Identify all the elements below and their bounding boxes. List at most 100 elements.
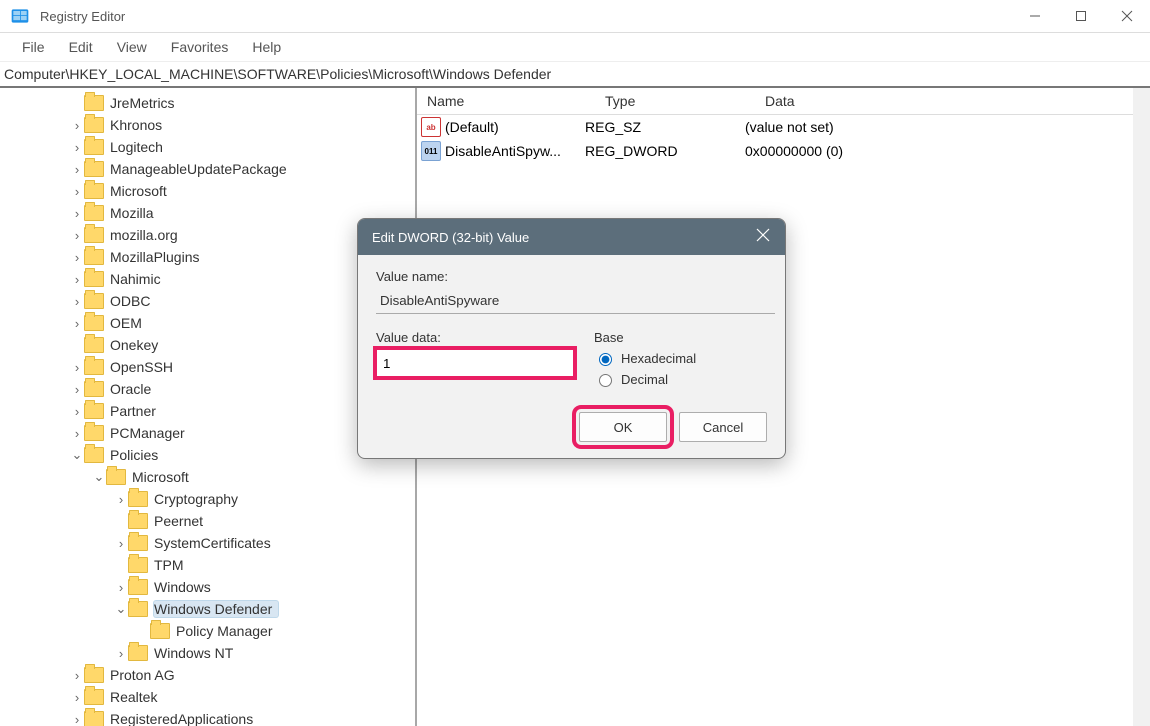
value-row[interactable]: 011DisableAntiSpyw...REG_DWORD0x00000000…: [417, 139, 1150, 163]
folder-icon: [84, 315, 104, 331]
tree-item[interactable]: ›Khronos: [50, 114, 415, 136]
folder-icon: [128, 601, 148, 617]
tree-item[interactable]: ›Realtek: [50, 686, 415, 708]
folder-icon: [84, 139, 104, 155]
hexadecimal-radio[interactable]: Hexadecimal: [594, 350, 767, 366]
chevron-right-icon[interactable]: ›: [70, 250, 84, 265]
chevron-right-icon[interactable]: ›: [70, 228, 84, 243]
address-bar[interactable]: Computer\HKEY_LOCAL_MACHINE\SOFTWARE\Pol…: [0, 62, 1150, 88]
chevron-right-icon[interactable]: ›: [114, 646, 128, 661]
folder-icon: [84, 271, 104, 287]
tree-item-label: Windows NT: [154, 645, 239, 661]
tree-item[interactable]: › Windows NT: [50, 642, 415, 664]
tree-item[interactable]: Peernet: [50, 510, 415, 532]
tree-item[interactable]: ›Microsoft: [50, 180, 415, 202]
folder-icon: [128, 535, 148, 551]
values-header: Name Type Data: [417, 88, 1150, 115]
chevron-right-icon[interactable]: ›: [70, 404, 84, 419]
decimal-radio[interactable]: Decimal: [594, 371, 767, 387]
chevron-right-icon[interactable]: ›: [70, 382, 84, 397]
folder-icon: [128, 513, 148, 529]
chevron-right-icon[interactable]: ›: [70, 690, 84, 705]
tree-item[interactable]: › RegisteredApplications: [50, 708, 415, 726]
chevron-right-icon[interactable]: ›: [114, 580, 128, 595]
dword-value-icon: 011: [421, 141, 441, 161]
chevron-right-icon[interactable]: ›: [70, 668, 84, 683]
chevron-right-icon[interactable]: ›: [70, 294, 84, 309]
tree-item-label: ManageableUpdatePackage: [110, 161, 293, 177]
tree-item-label: Peernet: [154, 513, 209, 529]
menu-favorites[interactable]: Favorites: [159, 35, 241, 59]
chevron-down-icon[interactable]: ⌄: [70, 447, 84, 463]
chevron-right-icon[interactable]: ›: [70, 140, 84, 155]
chevron-right-icon[interactable]: ›: [70, 162, 84, 177]
folder-icon: [84, 667, 104, 683]
string-value-icon: ab: [421, 117, 441, 137]
column-name[interactable]: Name: [417, 93, 595, 109]
chevron-right-icon[interactable]: ›: [70, 118, 84, 133]
window-close-button[interactable]: [1104, 0, 1150, 32]
menu-edit[interactable]: Edit: [57, 35, 105, 59]
menu-view[interactable]: View: [105, 35, 159, 59]
tree-item[interactable]: ›SystemCertificates: [50, 532, 415, 554]
chevron-right-icon[interactable]: ›: [70, 360, 84, 375]
value-row-name: (Default): [445, 119, 585, 135]
folder-icon: [128, 557, 148, 573]
tree-item[interactable]: TPM: [50, 554, 415, 576]
chevron-right-icon[interactable]: ›: [70, 206, 84, 221]
menu-help[interactable]: Help: [240, 35, 293, 59]
chevron-right-icon[interactable]: ›: [114, 536, 128, 551]
decimal-label: Decimal: [621, 372, 668, 387]
tree-item-label: RegisteredApplications: [110, 711, 259, 726]
base-label: Base: [594, 330, 767, 345]
folder-icon: [84, 95, 104, 111]
tree-item[interactable]: ›Proton AG: [50, 664, 415, 686]
dialog-close-button[interactable]: [741, 228, 785, 247]
tree-item-label: Cryptography: [154, 491, 244, 507]
regedit-app-icon: [10, 6, 30, 26]
hexadecimal-radio-input[interactable]: [599, 353, 612, 366]
address-path: Computer\HKEY_LOCAL_MACHINE\SOFTWARE\Pol…: [4, 66, 551, 82]
decimal-radio-input[interactable]: [599, 374, 612, 387]
tree-item[interactable]: Policy Manager: [50, 620, 415, 642]
tree-item[interactable]: ⌄ Microsoft: [50, 466, 415, 488]
tree-item[interactable]: ›Windows: [50, 576, 415, 598]
cancel-button[interactable]: Cancel: [679, 412, 767, 442]
tree-item-label: Logitech: [110, 139, 169, 155]
tree-item-label: Partner: [110, 403, 162, 419]
tree-item-label: MozillaPlugins: [110, 249, 205, 265]
chevron-right-icon[interactable]: ›: [70, 712, 84, 726]
chevron-right-icon[interactable]: ›: [114, 492, 128, 507]
values-scrollbar[interactable]: [1133, 88, 1150, 726]
tree-item[interactable]: › Logitech: [50, 136, 415, 158]
value-row-name: DisableAntiSpyw...: [445, 143, 585, 159]
column-data[interactable]: Data: [755, 93, 1150, 109]
tree-item-label: Microsoft: [132, 469, 195, 485]
menu-bar: File Edit View Favorites Help: [0, 33, 1150, 62]
chevron-right-icon[interactable]: ›: [70, 272, 84, 287]
tree-item[interactable]: › Cryptography: [50, 488, 415, 510]
window-titlebar: Registry Editor: [0, 0, 1150, 33]
folder-icon: [84, 183, 104, 199]
ok-button[interactable]: OK: [579, 412, 667, 442]
chevron-right-icon[interactable]: ›: [70, 426, 84, 441]
chevron-right-icon[interactable]: ›: [70, 316, 84, 331]
column-type[interactable]: Type: [595, 93, 755, 109]
dialog-titlebar[interactable]: Edit DWORD (32-bit) Value: [358, 219, 785, 255]
tree-item[interactable]: › ManageableUpdatePackage: [50, 158, 415, 180]
value-row[interactable]: ab(Default)REG_SZ(value not set): [417, 115, 1150, 139]
tree-item-label: Windows Defender: [154, 601, 278, 617]
value-name-field[interactable]: [376, 288, 775, 314]
folder-icon: [128, 645, 148, 661]
chevron-down-icon[interactable]: ⌄: [114, 601, 128, 617]
chevron-down-icon[interactable]: ⌄: [92, 469, 106, 485]
value-data-field[interactable]: [376, 349, 574, 377]
tree-item[interactable]: JreMetrics: [50, 92, 415, 114]
window-minimize-button[interactable]: [1012, 0, 1058, 32]
menu-file[interactable]: File: [10, 35, 57, 59]
edit-dword-dialog: Edit DWORD (32-bit) Value Value name: Va…: [357, 218, 786, 459]
tree-pane[interactable]: JreMetrics›Khronos›Logitech›ManageableUp…: [0, 88, 417, 726]
tree-item[interactable]: ⌄ Windows Defender: [50, 598, 415, 620]
window-maximize-button[interactable]: [1058, 0, 1104, 32]
chevron-right-icon[interactable]: ›: [70, 184, 84, 199]
